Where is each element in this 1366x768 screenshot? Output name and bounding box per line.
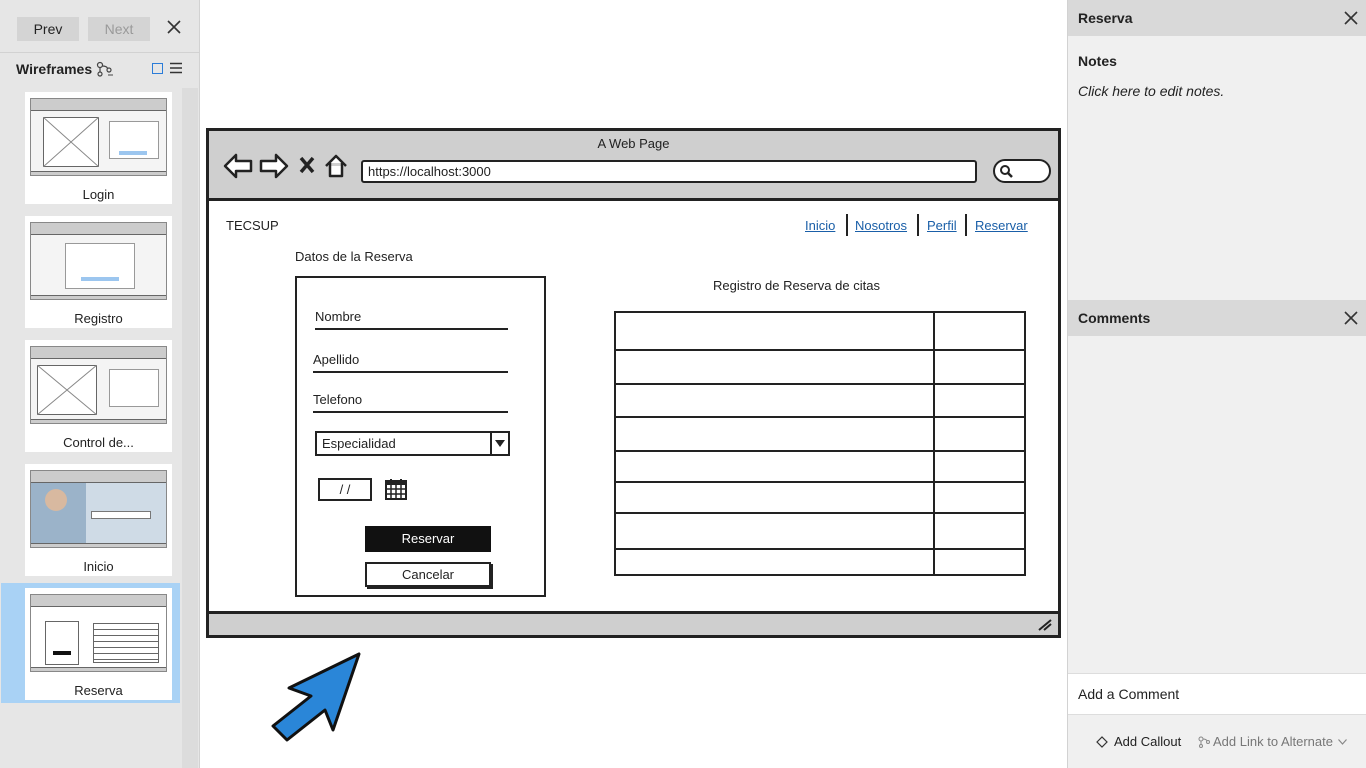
thumbnail-image [30, 222, 167, 300]
branch-icon[interactable] [96, 61, 114, 77]
table-row [616, 349, 1024, 351]
thumbnail-label: Reserva [74, 683, 123, 698]
field-label-nombre: Nombre [315, 309, 362, 324]
grid-view-icon[interactable] [152, 63, 163, 74]
editor-canvas[interactable]: A Web Page https://localhost:3000 TECSUP… [201, 0, 1067, 768]
nav-link-inicio: Inicio [805, 218, 836, 233]
chevron-down-icon[interactable] [1338, 739, 1347, 745]
table-row [616, 450, 1024, 452]
thumbnail-image [30, 346, 167, 424]
especialidad-select: Especialidad [315, 431, 510, 456]
browser-window-mockup[interactable]: A Web Page https://localhost:3000 TECSUP… [206, 128, 1061, 638]
browser-toolbar: A Web Page https://localhost:3000 [209, 131, 1058, 201]
table-title: Registro de Reserva de citas [713, 278, 880, 293]
url-bar: https://localhost:3000 [361, 160, 977, 183]
next-button[interactable]: Next [88, 17, 150, 41]
brand-label: TECSUP [226, 218, 279, 233]
table-column-divider [933, 313, 935, 574]
table-row [616, 548, 1024, 550]
add-link-label: Add Link to Alternate [1213, 734, 1333, 749]
appointments-table [614, 311, 1026, 576]
thumbnail-inicio[interactable]: Inicio [25, 464, 172, 576]
browser-search-field [993, 159, 1051, 183]
date-field: / / [318, 478, 372, 501]
telefono-input-line [313, 411, 508, 413]
nav-separator [846, 214, 848, 236]
notes-label: Notes [1078, 53, 1117, 69]
thumbnail-login[interactable]: Login [25, 92, 172, 204]
prev-button[interactable]: Prev [17, 17, 79, 41]
branch-icon [1198, 736, 1210, 748]
properties-panel: Reserva Notes Click here to edit notes. … [1067, 0, 1366, 768]
resize-grip-icon [1038, 619, 1052, 631]
reservation-form: Nombre Apellido Telefono Especialidad / … [295, 276, 546, 597]
thumbnail-control[interactable]: Control de... [25, 340, 172, 452]
wireframe-navigator: Prev Next Wireframes Login Registro Cont… [0, 0, 200, 768]
dropdown-arrow [490, 433, 508, 454]
apellido-input-line [313, 371, 508, 373]
close-icon[interactable] [166, 19, 182, 35]
panel-title: Reserva [1078, 10, 1133, 26]
chevron-down-icon [495, 440, 505, 447]
nombre-input-line [315, 328, 508, 330]
thumbnail-image [30, 594, 167, 672]
home-icon [325, 154, 347, 178]
window-title: A Web Page [597, 136, 670, 151]
nav-link-reservar: Reservar [975, 218, 1028, 233]
add-callout-button[interactable]: Add Callout [1096, 734, 1182, 749]
comments-title: Comments [1078, 310, 1151, 326]
notes-editor[interactable]: Click here to edit notes. [1078, 83, 1224, 99]
search-icon [1000, 165, 1013, 178]
table-row [616, 416, 1024, 418]
select-value: Especialidad [322, 436, 396, 451]
nav-link-perfil: Perfil [927, 218, 957, 233]
field-label-apellido: Apellido [313, 352, 360, 367]
add-link-alternate-button[interactable]: Add Link to Alternate [1198, 734, 1347, 749]
callout-icon [1096, 736, 1108, 748]
thumbnail-registro[interactable]: Registro [25, 216, 172, 328]
close-icon[interactable] [1344, 311, 1358, 325]
navigator-scrollbar[interactable] [182, 88, 198, 768]
add-comment-input[interactable]: Add a Comment [1068, 673, 1366, 715]
thumbnail-label: Login [82, 187, 115, 202]
wireframes-header: Wireframes [0, 52, 200, 84]
thumbnail-label: Registro [74, 311, 123, 326]
field-label-telefono: Telefono [313, 392, 363, 407]
back-arrow-icon [223, 153, 253, 179]
thumbnail-image [30, 470, 167, 548]
navigator-toolbar: Prev Next [0, 0, 200, 52]
comments-panel-header: Comments [1068, 300, 1366, 336]
thumbnail-reserva[interactable]: Reserva [25, 588, 172, 700]
browser-statusbar [209, 611, 1058, 635]
nav-link-nosotros: Nosotros [855, 218, 908, 233]
add-callout-label: Add Callout [1114, 734, 1182, 749]
table-row [616, 512, 1024, 514]
form-title: Datos de la Reserva [295, 249, 413, 264]
nav-separator [917, 214, 919, 236]
close-icon[interactable] [1344, 11, 1358, 25]
notes-panel-header: Reserva [1068, 0, 1366, 36]
list-view-icon[interactable] [170, 62, 182, 74]
reservar-button: Reservar [365, 526, 491, 552]
cancelar-button: Cancelar [365, 562, 491, 587]
pointer-arrow-icon[interactable] [271, 652, 363, 742]
table-row [616, 383, 1024, 385]
wireframes-title: Wireframes [16, 61, 93, 77]
thumbnail-label: Inicio [83, 559, 114, 574]
table-row [616, 481, 1024, 483]
forward-arrow-icon [259, 153, 289, 179]
nav-separator [965, 214, 967, 236]
thumbnail-image [30, 98, 167, 176]
stop-icon [299, 156, 315, 174]
thumbnail-label: Control de... [63, 435, 134, 450]
calendar-icon [385, 479, 407, 500]
